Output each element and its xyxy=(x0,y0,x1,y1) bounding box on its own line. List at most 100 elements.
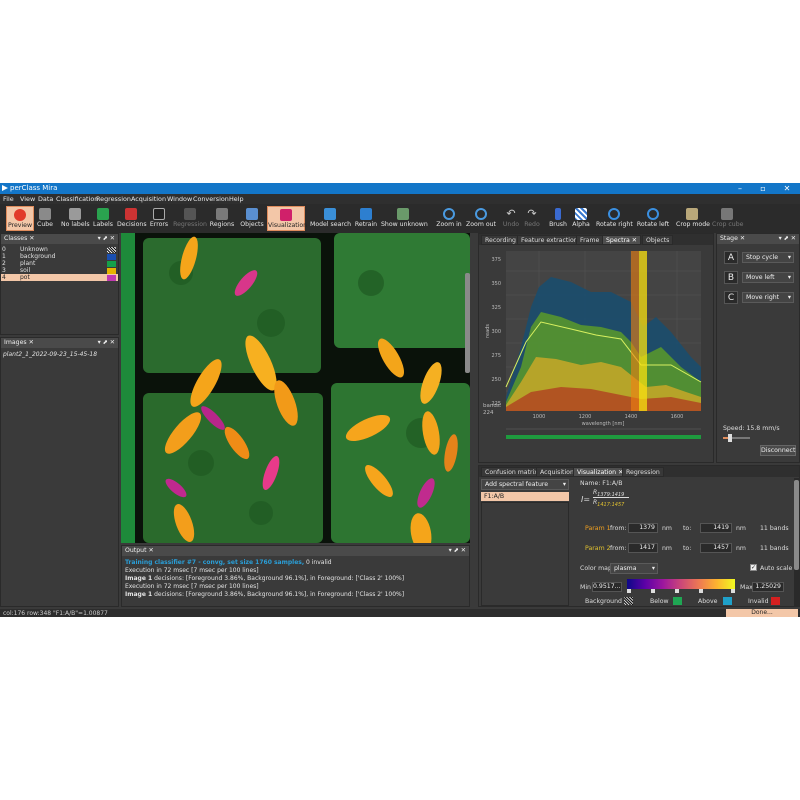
colormap-handle[interactable] xyxy=(699,589,703,593)
param1-bands: 11 bands xyxy=(760,525,789,532)
image-viewer[interactable] xyxy=(121,233,470,543)
classes-panel: Classes ✕ ▾ ⬈ ✕ 0 Unknown 1 background 2 pla… xyxy=(0,233,119,335)
tab-feature-extraction[interactable]: Feature extraction xyxy=(517,235,582,245)
maximize-icon[interactable]: ▫ xyxy=(758,184,768,193)
redo-button[interactable]: ↷ Redo xyxy=(523,206,541,231)
stage-action-c-select[interactable]: Move right ▾ xyxy=(742,292,794,303)
labels-button[interactable]: Labels xyxy=(92,206,114,231)
tab-confusion-matrix[interactable]: Confusion matrix xyxy=(481,467,542,477)
crop-cube-button[interactable]: Crop cube xyxy=(712,206,743,231)
class-row[interactable]: 1 background xyxy=(1,253,118,260)
tab-frame[interactable]: Frame xyxy=(576,235,604,245)
menu-regression[interactable]: Regression xyxy=(96,195,131,203)
alpha-button[interactable]: Alpha xyxy=(571,206,591,231)
panel-controls-icon[interactable]: ▾ ⬈ ✕ xyxy=(98,339,115,346)
panel-controls-icon[interactable]: ▾ ⬈ ✕ xyxy=(449,547,466,554)
menu-view[interactable]: View xyxy=(20,195,35,203)
menu-data[interactable]: Data xyxy=(38,195,53,203)
class-row[interactable]: 3 soil xyxy=(1,267,118,274)
stage-action-b-select[interactable]: Move left ▾ xyxy=(742,272,794,283)
menu-window[interactable]: Window xyxy=(167,195,192,203)
menu-classification[interactable]: Classification xyxy=(56,195,98,203)
decisions-button[interactable]: Decisions xyxy=(117,206,147,231)
close-icon[interactable]: ✕ xyxy=(29,235,34,242)
image-scrollbar-thumb[interactable] xyxy=(465,273,470,373)
model-search-button[interactable]: Model search xyxy=(310,206,351,231)
panel-controls-icon[interactable]: ▾ ⬈ ✕ xyxy=(779,235,796,242)
menu-file[interactable]: File xyxy=(3,195,14,203)
class-row[interactable]: 2 plant xyxy=(1,260,118,267)
visualization-button[interactable]: Visualization xyxy=(267,206,307,231)
param2-to-input[interactable]: 1457 xyxy=(700,543,732,553)
spectra-plot[interactable]: bands: 224 375 350 325 300 275 250 225 1… xyxy=(481,247,713,462)
crop-cube-icon xyxy=(721,208,733,220)
add-spectral-feature-select[interactable]: Add spectral feature ▾ xyxy=(481,479,569,490)
feature-list-item-selected[interactable]: F1:A/B xyxy=(481,492,569,501)
rotate-right-button[interactable]: Rotate right xyxy=(596,206,633,231)
show-unknown-icon xyxy=(397,208,409,220)
tab-recording[interactable]: Recording xyxy=(481,235,520,245)
visualization-scrollbar[interactable] xyxy=(794,478,799,606)
scrollbar-thumb[interactable] xyxy=(794,480,799,570)
menu-help[interactable]: Help xyxy=(229,195,244,203)
close-icon[interactable]: ✕ xyxy=(148,547,153,554)
class-row-selected[interactable]: 4 pot xyxy=(1,274,118,281)
zoom-out-button[interactable]: Zoom out xyxy=(466,206,496,231)
undo-button[interactable]: ↶ Undo xyxy=(502,206,520,231)
auto-scale-checkbox[interactable]: ✓ xyxy=(750,564,757,571)
max-input[interactable]: 1.25029 xyxy=(752,582,784,592)
below-color-swatch[interactable] xyxy=(673,597,682,605)
close-icon[interactable]: ✕ xyxy=(782,184,792,193)
tab-visualization[interactable]: Visualization ✕ xyxy=(573,467,628,477)
speed-slider-track[interactable] xyxy=(723,434,750,442)
colormap-handle[interactable] xyxy=(627,589,631,593)
errors-button[interactable]: Errors xyxy=(148,206,170,231)
background-color-swatch[interactable] xyxy=(624,597,633,605)
crop-mode-button[interactable]: Crop mode xyxy=(676,206,710,231)
rotate-left-button[interactable]: Rotate left xyxy=(636,206,670,231)
param2-from-input[interactable]: 1417 xyxy=(628,543,658,553)
regression-button[interactable]: Regression xyxy=(173,206,207,231)
regions-icon xyxy=(216,208,228,220)
colormap-handle[interactable] xyxy=(651,589,655,593)
retrain-button[interactable]: Retrain xyxy=(353,206,379,231)
colormap-select[interactable]: plasma ▾ xyxy=(610,563,658,574)
image-list-item[interactable]: plant2_1_2022-09-23_15-45-18 xyxy=(3,351,97,358)
title-bar: perClass Mira – ▫ ✕ xyxy=(0,183,800,194)
min-input[interactable]: 0.9517... xyxy=(592,582,622,592)
objects-button[interactable]: Objects xyxy=(238,206,266,231)
invalid-color-swatch[interactable] xyxy=(771,597,780,605)
minimize-icon[interactable]: – xyxy=(735,184,745,193)
class-row[interactable]: 0 Unknown xyxy=(1,246,118,253)
colormap-handles[interactable] xyxy=(627,589,735,594)
preview-button[interactable]: Preview xyxy=(6,206,34,231)
background-label: Background xyxy=(585,598,622,605)
tab-regression[interactable]: Regression xyxy=(622,467,664,477)
regression-icon xyxy=(184,208,196,220)
colormap-bar[interactable] xyxy=(627,579,735,589)
close-icon[interactable]: ✕ xyxy=(29,339,34,346)
no-labels-button[interactable]: No labels xyxy=(61,206,90,231)
panel-controls-icon[interactable]: ▾ ⬈ ✕ xyxy=(98,235,115,242)
speed-slider-handle[interactable] xyxy=(727,434,732,442)
brush-button[interactable]: Brush xyxy=(548,206,568,231)
colormap-handle[interactable] xyxy=(731,589,735,593)
close-icon[interactable]: ✕ xyxy=(740,235,745,242)
stage-action-a-select[interactable]: Stop cycle ▾ xyxy=(742,252,794,263)
regions-button[interactable]: Regions xyxy=(208,206,236,231)
menu-conversion[interactable]: Conversion xyxy=(193,195,229,203)
close-icon[interactable]: ✕ xyxy=(632,237,637,244)
band-selector[interactable] xyxy=(506,435,701,439)
tab-objects[interactable]: Objects xyxy=(642,235,674,245)
disconnect-button[interactable]: Disconnect xyxy=(760,445,796,456)
zoom-in-button[interactable]: Zoom in xyxy=(436,206,462,231)
tab-acquisition[interactable]: Acquisition xyxy=(536,467,578,477)
menu-acquisition[interactable]: Acquisition xyxy=(131,195,166,203)
param1-to-input[interactable]: 1419 xyxy=(700,523,732,533)
cube-button[interactable]: Cube xyxy=(35,206,55,231)
tab-spectra[interactable]: Spectra ✕ xyxy=(602,235,641,245)
colormap-handle[interactable] xyxy=(675,589,679,593)
show-unknown-button[interactable]: Show unknown xyxy=(381,206,428,231)
above-color-swatch[interactable] xyxy=(723,597,732,605)
param1-from-input[interactable]: 1379 xyxy=(628,523,658,533)
